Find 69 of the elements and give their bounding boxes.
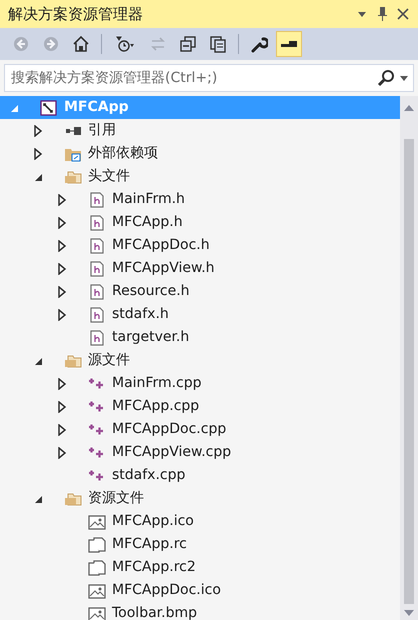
- resource-file-icon: [88, 560, 106, 576]
- collapsed-arrow-icon[interactable]: [56, 262, 68, 275]
- sync-icon: [149, 35, 167, 54]
- tree-item[interactable]: Resource.h: [0, 280, 400, 304]
- pages-icon: [209, 35, 227, 54]
- header-file-icon: [88, 330, 106, 346]
- collapsed-arrow-icon[interactable]: [56, 424, 68, 436]
- scrollbar-thumb[interactable]: [404, 139, 414, 604]
- collapse-icon: [179, 35, 197, 54]
- tree-item[interactable]: stdafx.cpp: [0, 464, 400, 488]
- close-icon[interactable]: [396, 6, 410, 21]
- collapsed-arrow-icon[interactable]: [56, 400, 68, 413]
- search-icon[interactable]: [377, 69, 395, 88]
- tree-item[interactable]: MFCAppView.h: [0, 257, 400, 280]
- image-file-icon: [88, 514, 106, 530]
- tree-item[interactable]: MFCApp.rc2: [0, 556, 400, 580]
- tree-item[interactable]: stdafx.h: [0, 303, 400, 326]
- history-icon: [115, 35, 135, 54]
- tree-item[interactable]: MFCAppDoc.ico: [0, 579, 400, 602]
- collapsed-arrow-icon[interactable]: [56, 286, 68, 298]
- collapsed-arrow-icon[interactable]: [56, 378, 68, 390]
- back-icon: [12, 35, 30, 54]
- dropdown-icon[interactable]: [399, 73, 409, 84]
- project-icon: [40, 100, 58, 116]
- header-file-icon: [88, 306, 106, 323]
- search-field[interactable]: 搜索解决方案资源管理器(Ctrl+;): [4, 64, 414, 92]
- forward-icon: [42, 35, 60, 54]
- resource-file-icon: [88, 536, 106, 553]
- tree-item[interactable]: targetver.h: [0, 326, 400, 350]
- header-file-icon: [88, 192, 106, 208]
- tree-item[interactable]: MFCAppDoc.cpp: [0, 418, 400, 442]
- header-file-icon: [88, 284, 106, 300]
- wrench-icon: [250, 35, 268, 54]
- pin-icon[interactable]: [376, 6, 388, 22]
- tree-item[interactable]: 资源文件: [0, 487, 400, 510]
- folder-icon: [64, 168, 82, 185]
- tree-item[interactable]: 头文件: [0, 165, 400, 188]
- tree-item[interactable]: 外部依赖项: [0, 142, 400, 166]
- tree-item[interactable]: MFCAppDoc.h: [0, 234, 400, 258]
- scroll-up-arrow[interactable]: [403, 103, 415, 114]
- tree-item[interactable]: Toolbar.bmp: [0, 602, 400, 620]
- collapsed-arrow-icon[interactable]: [56, 216, 68, 229]
- tree-item[interactable]: MFCApp.rc: [0, 533, 400, 556]
- tree-item[interactable]: MFCAppView.cpp: [0, 441, 400, 464]
- collapsed-arrow-icon[interactable]: [32, 124, 44, 137]
- tree-item[interactable]: MainFrm.h: [0, 188, 400, 212]
- scroll-down-arrow[interactable]: [403, 608, 415, 618]
- collapsed-arrow-icon[interactable]: [56, 240, 68, 252]
- tree-item[interactable]: MFCApp.h: [0, 211, 400, 234]
- folder-icon: [64, 352, 82, 369]
- tree-item[interactable]: 引用: [0, 119, 400, 142]
- tree-item[interactable]: MFCApp.ico: [0, 510, 400, 534]
- collapsed-arrow-icon[interactable]: [56, 446, 68, 459]
- tree-item[interactable]: MFCApp.cpp: [0, 395, 400, 418]
- tree-item[interactable]: 源文件: [0, 349, 400, 372]
- collapsed-arrow-icon[interactable]: [56, 194, 68, 206]
- folder-icon: [64, 490, 82, 507]
- tree-item[interactable]: MainFrm.cpp: [0, 372, 400, 396]
- header-file-icon: [88, 238, 106, 254]
- panel-title: 解决方案资源管理器: [8, 4, 144, 25]
- header-file-icon: [88, 260, 106, 277]
- home-icon: [72, 35, 90, 54]
- image-file-icon: [88, 582, 106, 599]
- collapsed-arrow-icon[interactable]: [32, 148, 44, 160]
- preview-button[interactable]: [276, 31, 302, 58]
- preview-icon: [281, 41, 297, 48]
- search-input[interactable]: 搜索解决方案资源管理器(Ctrl+;): [9, 66, 377, 90]
- collapsed-arrow-icon[interactable]: [56, 308, 68, 321]
- header-file-icon: [88, 214, 106, 231]
